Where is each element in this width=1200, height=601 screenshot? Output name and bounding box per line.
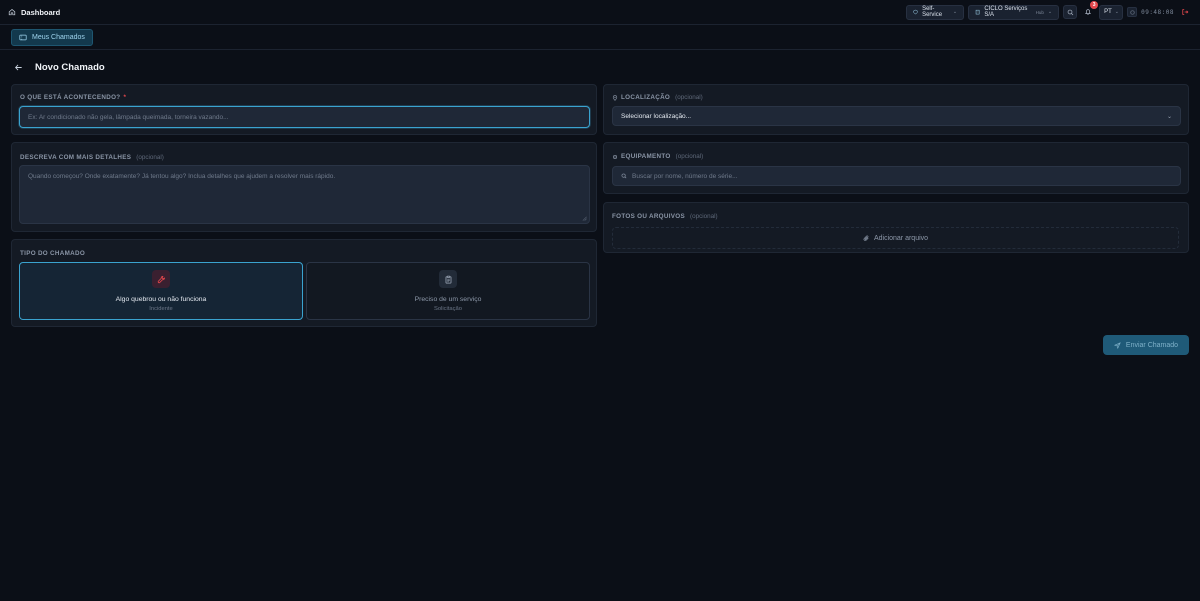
equipment-label: EQUIPAMENTO xyxy=(621,153,671,160)
page-title: Novo Chamado xyxy=(35,62,105,73)
location-select[interactable]: Selecionar localização... ⌄ xyxy=(612,106,1181,126)
files-label: FOTOS OU ARQUIVOS xyxy=(612,213,685,220)
location-value: Selecionar localização... xyxy=(621,112,692,120)
optional-tag: (opcional) xyxy=(689,213,718,220)
details-textarea[interactable]: Quando começou? Onde exatamente? Já tent… xyxy=(19,165,590,224)
clock-time: 09:48:08 xyxy=(1141,8,1174,16)
what-placeholder: Ex: Ar condicionado não gela, lâmpada qu… xyxy=(28,113,229,121)
chevron-down-icon: ⌄ xyxy=(1166,113,1172,120)
gear-icon xyxy=(612,154,618,159)
mode-label: Self-Service xyxy=(922,6,943,18)
submit-button[interactable]: Enviar Chamado xyxy=(1103,335,1189,355)
logout-icon xyxy=(1182,9,1189,15)
type-option-incident[interactable]: Algo quebrou ou não funciona Incidente xyxy=(19,262,303,320)
equipment-placeholder: Buscar por nome, número de série... xyxy=(632,172,738,180)
location-label-wrap: LOCALIZAÇÃO (opcional) xyxy=(612,94,703,101)
chevron-down-icon: ⌄ xyxy=(1047,9,1053,15)
what-label-wrap: O QUE ESTÁ ACONTECENDO? * xyxy=(20,94,126,101)
location-label: LOCALIZAÇÃO xyxy=(621,94,671,101)
type-card: TIPO DO CHAMADO Algo quebrou ou não func… xyxy=(11,239,597,327)
equipment-search-input[interactable]: Buscar por nome, número de série... xyxy=(612,166,1181,186)
add-file-label: Adicionar arquivo xyxy=(873,234,929,242)
search-icon xyxy=(1067,9,1073,15)
language-selector[interactable]: PT ⌄ xyxy=(1099,4,1124,20)
page-header: Novo Chamado xyxy=(14,62,105,73)
equipment-card: EQUIPAMENTO (opcional) Buscar por nome, … xyxy=(603,142,1189,194)
dashboard-link[interactable]: Dashboard xyxy=(8,8,60,17)
details-card: DESCREVA COM MAIS DETALHES (opcional) Qu… xyxy=(11,142,597,232)
notification-count: 3 xyxy=(1090,1,1099,9)
type-option-subtitle: Solicitação xyxy=(433,306,463,312)
send-icon xyxy=(1113,341,1121,349)
company-tag: Hub xyxy=(1035,9,1044,15)
company-selector[interactable]: CICLO Serviços S/A Hub ⌄ xyxy=(968,4,1060,20)
details-placeholder: Quando começou? Onde exatamente? Já tent… xyxy=(28,173,336,180)
logout-button[interactable] xyxy=(1178,5,1192,19)
shield-icon xyxy=(913,9,918,15)
search-icon xyxy=(621,173,627,179)
company-label: CICLO Serviços S/A xyxy=(984,6,1028,18)
home-icon xyxy=(8,8,16,16)
details-label-wrap: DESCREVA COM MAIS DETALHES (opcional) xyxy=(20,154,164,161)
back-arrow-icon[interactable] xyxy=(14,63,23,72)
mode-selector[interactable]: Self-Service ⌄ xyxy=(906,4,965,20)
map-pin-icon xyxy=(612,94,618,101)
type-option-title: Algo quebrou ou não funciona xyxy=(115,296,207,303)
type-option-title: Preciso de um serviço xyxy=(414,296,482,303)
chevron-down-icon: ⌄ xyxy=(952,9,958,15)
clipboard-icon xyxy=(439,270,457,288)
search-button[interactable] xyxy=(1063,5,1078,19)
what-card: O QUE ESTÁ ACONTECENDO? * Ex: Ar condici… xyxy=(11,84,597,135)
type-label: TIPO DO CHAMADO xyxy=(20,250,86,257)
chevron-down-icon: ⌄ xyxy=(1114,9,1119,15)
optional-tag: (opcional) xyxy=(675,153,704,160)
language-label: PT xyxy=(1104,9,1112,15)
bell-icon xyxy=(1085,9,1092,15)
tab-meus-chamados[interactable]: Meus Chamados xyxy=(11,28,93,46)
type-option-request[interactable]: Preciso de um serviço Solicitação xyxy=(306,262,590,320)
what-input[interactable]: Ex: Ar condicionado não gela, lâmpada qu… xyxy=(19,106,590,128)
type-option-subtitle: Incidente xyxy=(149,306,173,312)
equipment-label-wrap: EQUIPAMENTO (opcional) xyxy=(612,153,703,160)
building-icon xyxy=(975,9,980,15)
status-indicator xyxy=(1127,7,1138,17)
optional-tag: (opcional) xyxy=(675,94,703,101)
required-mark: * xyxy=(123,94,127,101)
add-file-button[interactable]: Adicionar arquivo xyxy=(612,227,1179,249)
type-label-wrap: TIPO DO CHAMADO xyxy=(20,250,85,257)
optional-tag: (opcional) xyxy=(136,154,164,161)
dashboard-title: Dashboard xyxy=(21,7,61,17)
sub-nav: Meus Chamados xyxy=(0,25,1200,50)
top-bar: Dashboard Self-Service ⌄ CICLO Serviços … xyxy=(0,0,1200,25)
resize-handle-icon[interactable] xyxy=(582,216,587,221)
clock-icon xyxy=(1130,9,1135,15)
files-label-wrap: FOTOS OU ARQUIVOS (opcional) xyxy=(612,213,718,220)
location-card: LOCALIZAÇÃO (opcional) Selecionar locali… xyxy=(603,84,1189,135)
ticket-icon xyxy=(19,34,27,40)
notifications-button[interactable]: 3 xyxy=(1081,1,1099,19)
what-label: O QUE ESTÁ ACONTECENDO? xyxy=(20,94,121,101)
submit-label: Enviar Chamado xyxy=(1125,341,1179,349)
paperclip-icon xyxy=(863,235,869,241)
wrench-icon xyxy=(152,270,170,288)
details-label: DESCREVA COM MAIS DETALHES xyxy=(20,154,132,161)
files-card: FOTOS OU ARQUIVOS (opcional) Adicionar a… xyxy=(603,202,1189,253)
tab-label: Meus Chamados xyxy=(32,33,85,41)
